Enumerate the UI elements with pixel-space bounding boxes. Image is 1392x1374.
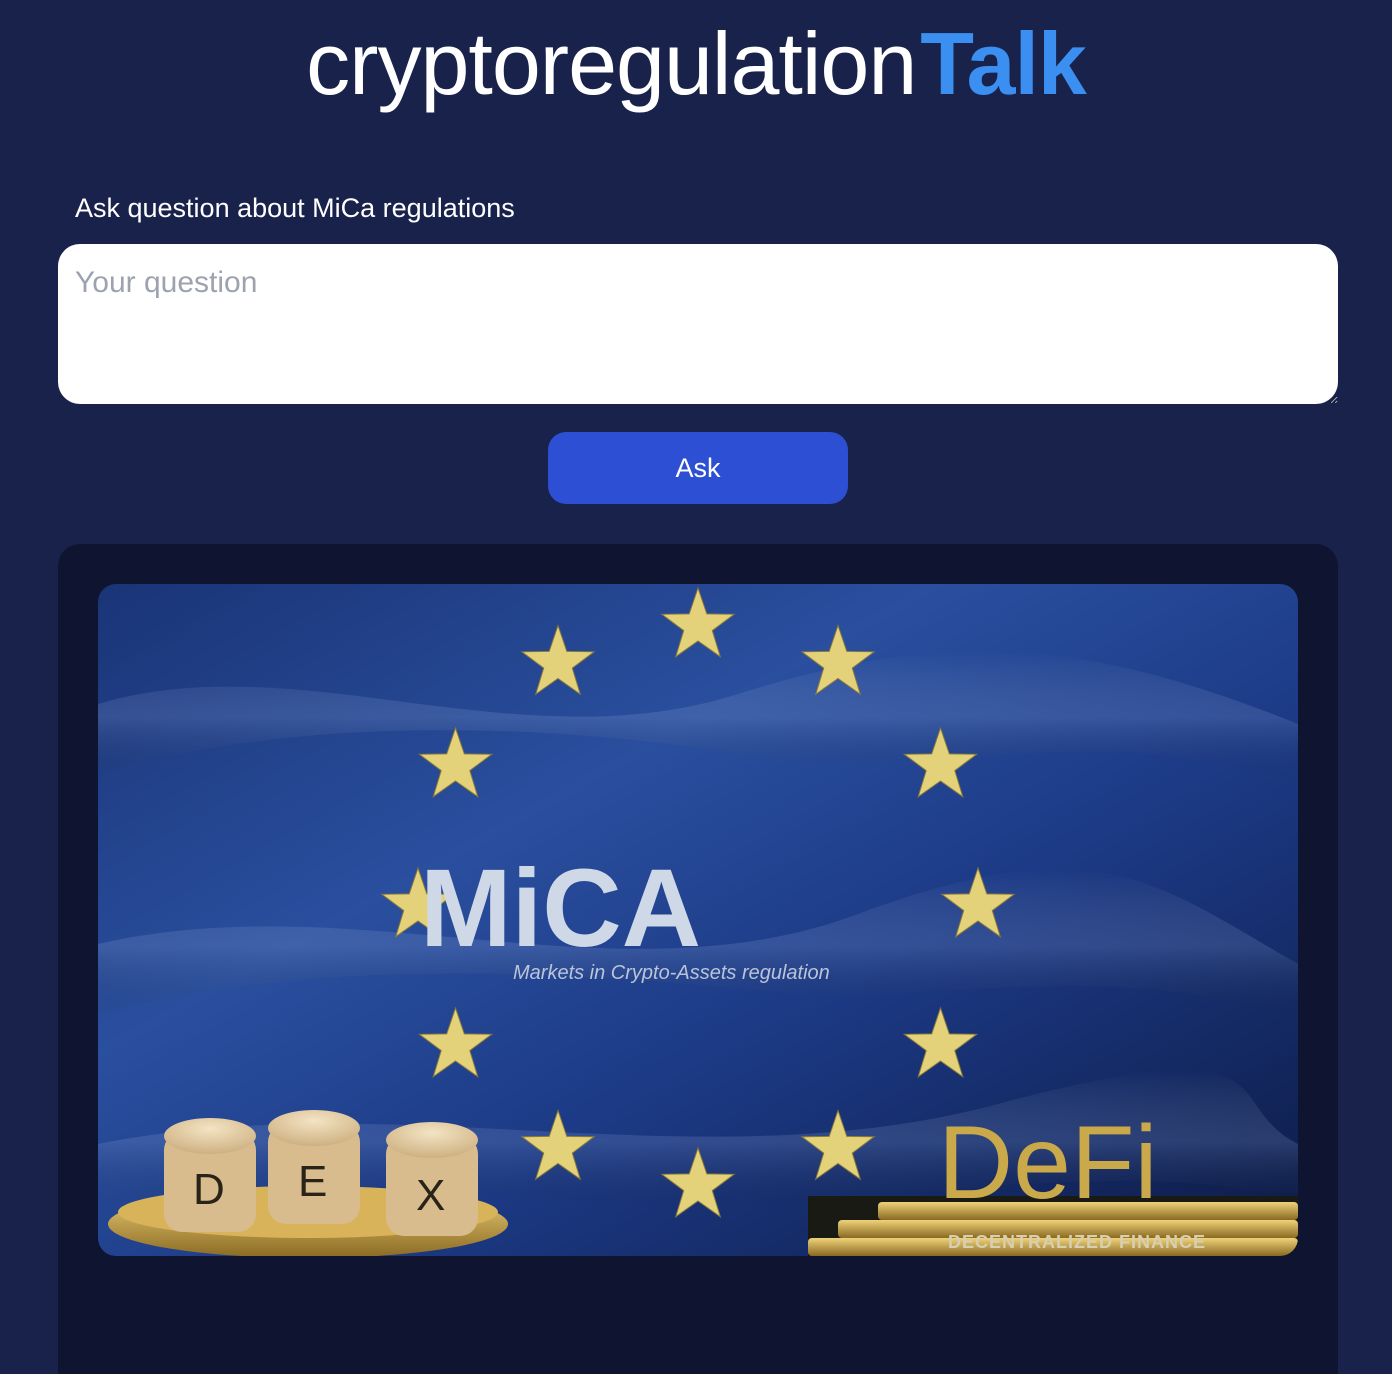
banner-title: MiCA (420, 847, 701, 970)
cube-letter: D (193, 1165, 225, 1214)
banner-subtitle: Markets in Crypto-Assets regulation (513, 962, 830, 984)
logo-text-accent: Talk (920, 14, 1087, 113)
question-input[interactable] (58, 244, 1338, 404)
defi-text: DeFi (938, 1105, 1158, 1221)
logo-text-main: cryptoregulation (306, 14, 917, 113)
page: cryptoregulationTalk Ask question about … (0, 0, 1392, 1374)
cube-letter: E (298, 1157, 327, 1206)
dex-cube: D (164, 1118, 256, 1232)
ask-button[interactable]: Ask (548, 432, 848, 504)
mica-banner-image: MiCA Markets in Crypto-Assets regulation… (98, 584, 1298, 1256)
cube-letter: X (416, 1171, 445, 1220)
dex-cube: E (268, 1110, 360, 1224)
question-label: Ask question about MiCa regulations (75, 193, 515, 223)
mica-banner-graphic: MiCA Markets in Crypto-Assets regulation… (98, 584, 1298, 1256)
dex-cube: X (386, 1122, 478, 1236)
app-logo: cryptoregulationTalk (0, 14, 1392, 114)
answer-panel: MiCA Markets in Crypto-Assets regulation… (58, 544, 1338, 1374)
defi-subtitle: DECENTRALIZED FINANCE (948, 1232, 1206, 1252)
